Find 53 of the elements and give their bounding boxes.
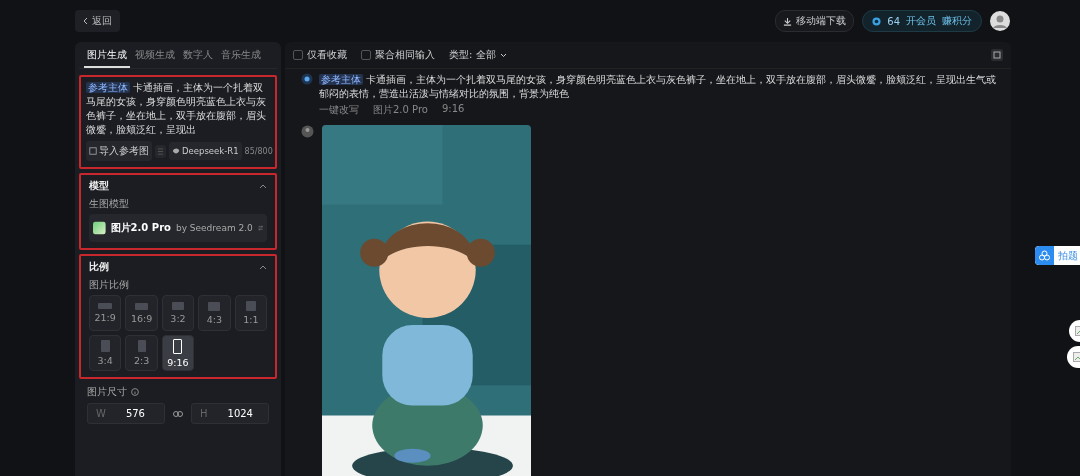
field-label: 生图模型 bbox=[89, 197, 130, 211]
field-label: 图片比例 bbox=[89, 278, 130, 292]
ratio-option[interactable]: 4:3 bbox=[198, 295, 231, 331]
model-selector[interactable]: 图片2.0 Pro by Seedream 2.0 bbox=[89, 214, 267, 242]
prompt-text[interactable]: 参考主体 卡通插画，主体为一个扎着双马尾的女孩，身穿颜色明亮蓝色上衣与灰色裤子，坐在地上，双手放在腹部，眉头微蹙，脸颊泛红，呈现出 bbox=[86, 81, 270, 137]
mode-tab[interactable]: 音乐生成 bbox=[218, 48, 264, 68]
filter-checkbox[interactable]: 聚合相同输入 bbox=[361, 48, 435, 62]
generate-icon bbox=[301, 73, 313, 85]
chevron-icon[interactable] bbox=[259, 183, 267, 189]
ratio-option[interactable]: 16:9 bbox=[125, 295, 158, 331]
avatar-icon[interactable] bbox=[990, 11, 1010, 31]
ratio-option[interactable]: 21:9 bbox=[89, 295, 122, 331]
link-icon[interactable] bbox=[173, 410, 183, 417]
membership-link[interactable]: 开会员 bbox=[906, 14, 936, 28]
prompt-meta: 图片2.0 Pro bbox=[373, 103, 428, 117]
type-dropdown[interactable]: 类型: 全部 bbox=[449, 48, 507, 62]
chevron-icon[interactable] bbox=[259, 264, 267, 270]
char-count: 85/800 bbox=[244, 146, 273, 156]
section-title: 模型 bbox=[89, 179, 109, 193]
panel-toggle-icon[interactable] bbox=[991, 49, 1003, 61]
image-icon bbox=[89, 147, 97, 155]
ratio-option[interactable]: 3:4 bbox=[89, 335, 122, 371]
mode-tab[interactable]: 图片生成 bbox=[84, 48, 130, 68]
ratio-option[interactable]: 1:1 bbox=[234, 295, 267, 331]
deepseek-button[interactable]: Deepseek-R1 bbox=[169, 142, 242, 160]
caret-icon bbox=[499, 52, 507, 58]
credits-pill[interactable]: 64 开会员 赚积分 bbox=[862, 10, 982, 32]
mode-tab[interactable]: 视频生成 bbox=[132, 48, 178, 68]
section-title: 比例 bbox=[89, 260, 109, 274]
download-icon bbox=[783, 16, 793, 26]
info-icon[interactable] bbox=[131, 388, 139, 396]
import-reference-button[interactable]: 导入参考图 bbox=[86, 141, 152, 161]
mobile-download-button[interactable]: 移动端下载 bbox=[775, 10, 855, 32]
filter-checkbox[interactable]: 仅看收藏 bbox=[293, 48, 347, 62]
earn-points-link[interactable]: 赚积分 bbox=[942, 14, 972, 28]
back-chevron-icon bbox=[83, 17, 88, 25]
height-field[interactable]: H 1024 bbox=[191, 403, 269, 424]
mode-tab[interactable]: 数字人 bbox=[180, 48, 216, 68]
cloud-icon bbox=[1035, 246, 1054, 265]
prompt-meta: 9:16 bbox=[441, 103, 465, 116]
field-label: 图片尺寸 bbox=[87, 385, 127, 399]
credit-count: 64 bbox=[887, 15, 900, 27]
ratio-option[interactable]: 2:3 bbox=[125, 335, 158, 371]
coin-icon bbox=[872, 16, 882, 26]
snap-question-widget[interactable]: 拍题 bbox=[1035, 246, 1080, 265]
prompt-text: 参考主体 卡通插画，主体为一个扎着双马尾的女孩，身穿颜色明亮蓝色上衣与灰色裤子，坐在地上，双手放在腹部，眉头微蹙，脸颊泛红，呈现出生气或郁闷的表情，营造出活泼与情绪对比的氛围，背景为纯色 bbox=[319, 73, 998, 101]
ratio-option[interactable]: 3:2 bbox=[161, 295, 195, 331]
bot-avatar-icon bbox=[301, 125, 314, 138]
width-field[interactable]: W 576 bbox=[87, 403, 165, 424]
ratio-option[interactable]: 9:16 bbox=[161, 335, 195, 371]
back-button[interactable]: 返回 bbox=[75, 10, 120, 32]
broken-image-icon bbox=[1073, 352, 1080, 362]
prompt-meta: 一键改写 bbox=[319, 103, 359, 117]
